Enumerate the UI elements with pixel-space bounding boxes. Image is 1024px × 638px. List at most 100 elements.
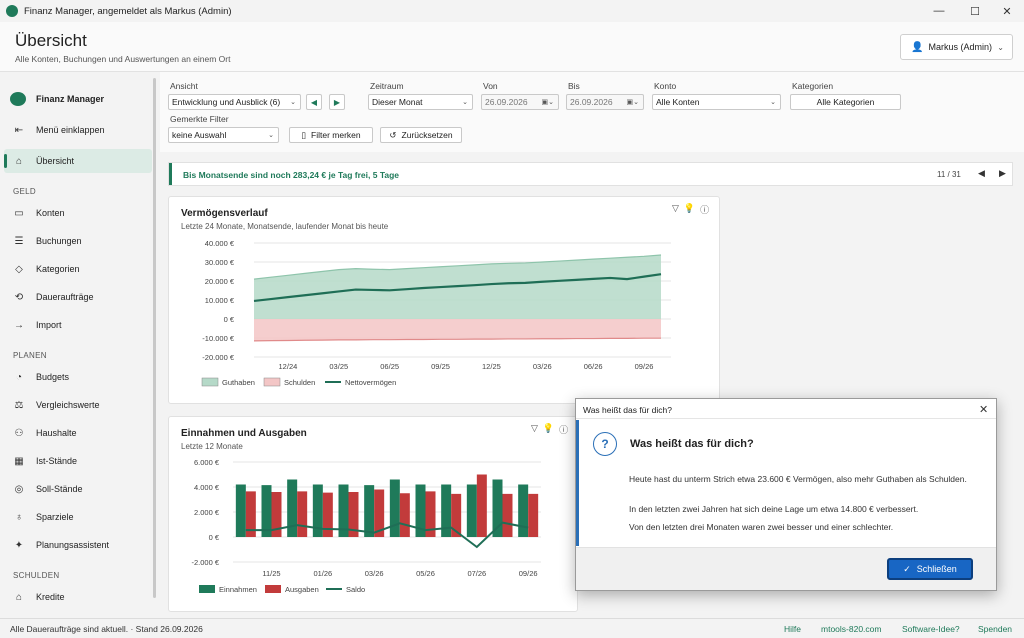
y-tick-label: 4.000 € bbox=[194, 483, 220, 492]
software-idea-link[interactable]: Software-Idee? bbox=[902, 624, 960, 634]
y-tick-label: 0 € bbox=[224, 315, 235, 324]
sidebar-item-label: Menü einklappen bbox=[36, 125, 105, 135]
gemerkte-filter-select[interactable]: keine Auswahl ⌄ bbox=[168, 127, 279, 143]
previous-view-button[interactable]: ◀ bbox=[306, 94, 322, 110]
page-title: Übersicht bbox=[15, 31, 87, 50]
bis-date-field[interactable]: 26.09.2026 ▣⌄ bbox=[566, 94, 644, 110]
gemerkte-filter-value: keine Auswahl bbox=[172, 130, 227, 140]
chevron-down-icon: ⌄ bbox=[268, 132, 274, 139]
piggy-bank-icon: ♁ bbox=[15, 511, 23, 523]
bis-label: Bis bbox=[568, 81, 580, 91]
sidebar-item-planungsassistent[interactable]: ✦ Planungsassistent bbox=[4, 533, 152, 557]
sidebar-collapse-button[interactable]: ⇤ Menü einklappen bbox=[4, 118, 152, 142]
sidebar-item-label: Budgets bbox=[36, 372, 70, 382]
sidebar-item-buchungen[interactable]: ☰ Buchungen bbox=[4, 229, 152, 253]
window-titlebar: Finanz Manager, angemeldet als Markus (A… bbox=[0, 0, 1024, 22]
minimize-button[interactable]: — bbox=[922, 0, 956, 22]
x-tick-label: 01/26 bbox=[313, 569, 332, 578]
chevron-down-icon: ⌄ bbox=[290, 99, 296, 106]
legend-label: Einnahmen bbox=[219, 585, 257, 594]
ausgaben-bar bbox=[502, 493, 513, 537]
target-icon: ◎ bbox=[14, 483, 24, 495]
einnahmen-ausgaben-card: Einnahmen und Ausgaben Letzte 12 Monate … bbox=[168, 416, 578, 612]
sidebar-item-import[interactable]: → Import bbox=[4, 313, 152, 337]
sidebar-item-haushalte[interactable]: ⚇ Haushalte bbox=[4, 421, 152, 445]
donate-link[interactable]: Spenden bbox=[978, 624, 1012, 634]
y-tick-label: 20.000 € bbox=[205, 277, 235, 286]
pie-chart-icon: ◔ bbox=[15, 371, 23, 383]
page-header: Übersicht Alle Konten, Buchungen und Aus… bbox=[0, 22, 1024, 72]
chevron-down-icon: ⌄ bbox=[770, 99, 776, 106]
kategorien-button[interactable]: Alle Kategorien bbox=[790, 94, 901, 110]
chevron-down-icon: ⌄ bbox=[462, 99, 468, 106]
sidebar-item-label: Planungsassistent bbox=[36, 540, 110, 550]
bis-value: 26.09.2026 bbox=[570, 97, 613, 107]
close-window-button[interactable]: ✕ bbox=[990, 0, 1024, 22]
von-date-field[interactable]: 26.09.2026 ▣⌄ bbox=[481, 94, 559, 110]
konto-select[interactable]: Alle Konten ⌄ bbox=[652, 94, 781, 110]
sidebar-item-vergleichswerte[interactable]: ⚖ Vergleichswerte bbox=[4, 393, 152, 417]
filter-merken-label: Filter merken bbox=[311, 130, 361, 140]
sidebar-item-label: Soll-Stände bbox=[36, 484, 83, 494]
filter-merken-button[interactable]: ▯ Filter merken bbox=[289, 127, 373, 143]
legend-swatch bbox=[199, 585, 215, 593]
sidebar-item-dauerauftraege[interactable]: ⟲ Daueraufträge bbox=[4, 285, 152, 309]
sidebar-item-label: Import bbox=[36, 320, 62, 330]
x-tick-label: 09/25 bbox=[431, 362, 450, 371]
help-link[interactable]: Hilfe bbox=[784, 624, 801, 634]
sidebar-item-kategorien[interactable]: ◇ Kategorien bbox=[4, 257, 152, 281]
brand-logo-icon bbox=[10, 92, 26, 106]
bank-icon: ⌂ bbox=[15, 591, 23, 603]
x-tick-label: 05/26 bbox=[416, 569, 435, 578]
repeat-icon: ⟲ bbox=[14, 291, 24, 303]
next-view-button[interactable]: ▶ bbox=[329, 94, 345, 110]
collapse-menu-icon: ⇤ bbox=[14, 124, 24, 136]
sparkle-icon: ✦ bbox=[14, 539, 24, 551]
sidebar-item-label: Übersicht bbox=[36, 156, 75, 166]
user-icon: 👤 bbox=[911, 41, 924, 53]
sidebar-scrollbar[interactable] bbox=[153, 78, 156, 598]
y-tick-label: 6.000 € bbox=[194, 458, 220, 467]
konto-value: Alle Konten bbox=[656, 97, 700, 107]
window-title: Finanz Manager, angemeldet als Markus (A… bbox=[24, 5, 232, 17]
x-tick-label: 03/25 bbox=[329, 362, 348, 371]
von-value: 26.09.2026 bbox=[485, 97, 528, 107]
x-tick-label: 03/26 bbox=[365, 569, 384, 578]
ausgaben-bar bbox=[322, 492, 333, 537]
sidebar-item-sparziele[interactable]: ♁ Sparziele bbox=[4, 505, 152, 529]
reset-button[interactable]: ↺ Zurücksetzen bbox=[380, 127, 462, 143]
legend-label: Saldo bbox=[346, 585, 365, 594]
y-tick-label: 30.000 € bbox=[205, 258, 235, 267]
close-dialog-button[interactable]: ✓ Schließen bbox=[887, 558, 973, 580]
user-name: Markus (Admin) bbox=[928, 42, 992, 52]
app-logo-icon bbox=[6, 5, 18, 17]
banner-next-button[interactable]: ▶ bbox=[999, 168, 1006, 179]
sidebar-item-label: Konten bbox=[36, 208, 65, 218]
dialog-paragraph-3: Von den letzten drei Monaten waren zwei … bbox=[629, 522, 894, 532]
einnahmen-bar bbox=[389, 479, 400, 537]
sidebar-item-ist-staende[interactable]: ▦ Ist-Stände bbox=[4, 449, 152, 473]
calendar-icon: ▣⌄ bbox=[541, 99, 554, 106]
info-dialog: Was heißt das für dich? ✕ ? Was heißt da… bbox=[575, 398, 997, 591]
einnahmen-bar bbox=[364, 485, 375, 537]
arrow-right-icon: ▶ bbox=[333, 97, 341, 107]
y-tick-label: 40.000 € bbox=[205, 239, 235, 248]
sidebar-item-label: Haushalte bbox=[36, 428, 77, 438]
zeitraum-select[interactable]: Dieser Monat ⌄ bbox=[368, 94, 473, 110]
sidebar-item-label: Sparziele bbox=[36, 512, 74, 522]
website-link[interactable]: mtools-820.com bbox=[821, 624, 881, 634]
sidebar-item-uebersicht[interactable]: ⌂ Übersicht bbox=[4, 149, 152, 173]
dialog-close-icon[interactable]: ✕ bbox=[979, 403, 988, 416]
ansicht-select[interactable]: Entwicklung und Ausblick (6) ⌄ bbox=[168, 94, 301, 110]
maximize-button[interactable]: ☐ bbox=[958, 0, 992, 22]
arrow-left-icon: ◀ bbox=[310, 97, 318, 107]
ausgaben-bar bbox=[476, 474, 487, 537]
einnahmen-bar bbox=[287, 479, 298, 537]
sidebar-item-soll-staende[interactable]: ◎ Soll-Stände bbox=[4, 477, 152, 501]
user-menu-button[interactable]: 👤 Markus (Admin) ⌄ bbox=[900, 34, 1013, 60]
sidebar-item-kredite[interactable]: ⌂ Kredite bbox=[4, 585, 152, 609]
banner-prev-button[interactable]: ◀ bbox=[978, 168, 985, 179]
sidebar-item-konten[interactable]: ▭ Konten bbox=[4, 201, 152, 225]
sidebar-item-budgets[interactable]: ◔ Budgets bbox=[4, 365, 152, 389]
einnahmen-bar bbox=[518, 484, 529, 537]
